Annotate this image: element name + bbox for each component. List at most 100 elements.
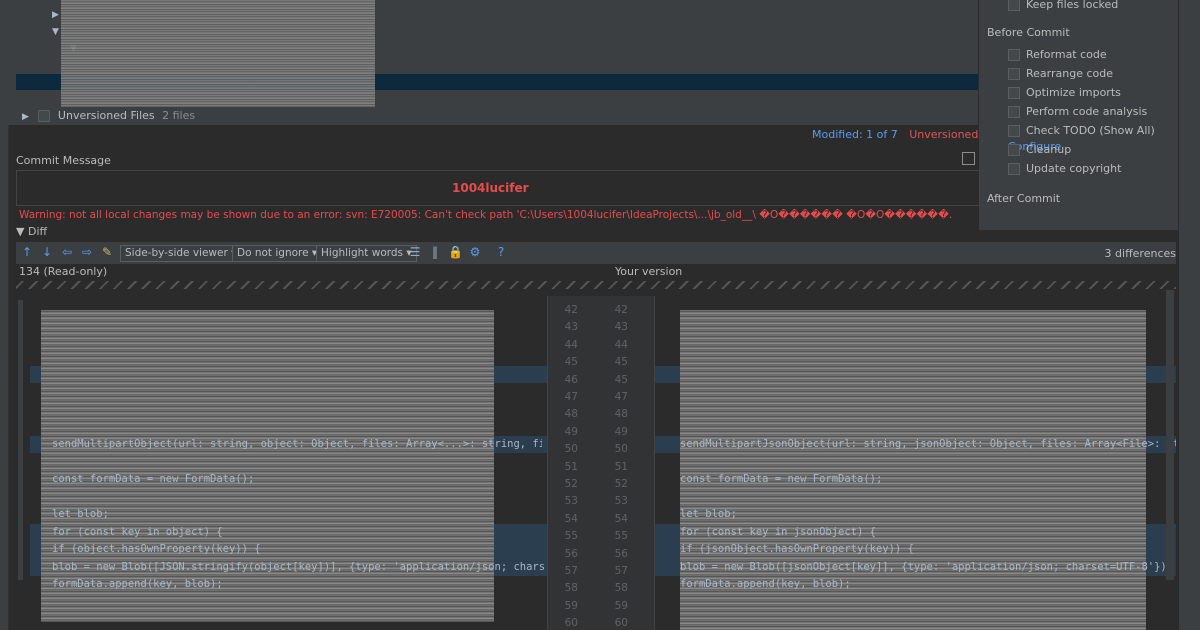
modified-status[interactable]: Modified: 1 of 7	[812, 128, 898, 141]
unversioned-files-node[interactable]: ▶ Unversioned Files 2 files	[22, 109, 195, 123]
jump-target-icon[interactable]: ⇨	[80, 245, 94, 259]
unversioned-label: Unversioned Files	[57, 109, 155, 122]
commit-message-label: Commit Message	[16, 154, 111, 167]
right-code-line-56[interactable]: if (jsonObject.hasOwnProperty(key)) {	[680, 543, 1146, 555]
left-line-number: 52	[564, 478, 578, 490]
jump-source-icon[interactable]: ⇦	[60, 245, 74, 259]
left-code-line-56[interactable]: if (object.hasOwnProperty(key)) {	[52, 543, 492, 555]
right-line-number: 51	[614, 460, 628, 473]
option-update-copyright[interactable]: Update copyright	[1008, 161, 1121, 177]
left-code-line-55[interactable]: for (const key in object) {	[52, 526, 492, 538]
left-code-line-58[interactable]: formData.append(key, blob);	[52, 578, 492, 590]
option-code-analysis[interactable]: Perform code analysis	[1008, 104, 1147, 120]
commit-options-panel: Keep files locked Before Commit Reformat…	[978, 0, 1179, 230]
option-rearrange-code[interactable]: Rearrange code	[1008, 66, 1113, 82]
option-keep-files-locked[interactable]: Keep files locked	[1008, 0, 1118, 13]
option-optimize-imports[interactable]: Optimize imports	[1008, 85, 1121, 101]
line-number-gutter: 42 43 44 45 46 47 48 49 50 51 52 53 54 55 56 57 58 59 60 4…	[547, 296, 655, 630]
right-line-number: 53	[614, 495, 628, 508]
right-code-line-57[interactable]: blob = new Blob([jsonObject[key]], {type…	[680, 561, 1176, 573]
checkbox[interactable]	[1008, 0, 1020, 11]
left-line-number: 54	[564, 512, 578, 525]
left-line-number: 58	[564, 582, 578, 595]
difference-count: 3 differences	[1104, 247, 1176, 260]
unversioned-checkbox[interactable]	[38, 110, 51, 122]
after-commit-heading: After Commit	[987, 192, 1061, 205]
checkbox[interactable]	[1008, 163, 1020, 175]
right-line-number: 54	[614, 512, 628, 525]
expand-arrow-icon[interactable]: ▶	[22, 112, 29, 122]
left-line-number: 44	[564, 338, 578, 351]
checkbox[interactable]	[1008, 68, 1020, 80]
left-scrollbar[interactable]	[18, 300, 23, 580]
left-line-number: 55	[564, 530, 578, 543]
left-pane-title: 134 (Read-only)	[19, 265, 108, 278]
left-line-number: 42	[564, 304, 578, 316]
option-reformat-code[interactable]: Reformat code	[1008, 47, 1107, 63]
next-difference-icon[interactable]: ↓	[40, 245, 54, 259]
expand-arrow-icon[interactable]: ▶	[52, 10, 59, 20]
ignore-dropdown[interactable]: Do not ignore ▾	[232, 245, 323, 262]
edit-source-icon[interactable]: ✎	[100, 245, 114, 259]
option-label: Update copyright	[1026, 162, 1122, 175]
checkbox[interactable]	[1008, 87, 1020, 99]
left-code-line-57[interactable]: blob = new Blob([JSON.stringify(object[k…	[52, 561, 544, 573]
diff-toolbar: ↑ ↓ ⇦ ⇨ ✎ Side-by-side viewer ▾ Do not i…	[16, 242, 1176, 264]
option-label: Cleanup	[1026, 143, 1072, 156]
right-line-number: 60	[614, 617, 628, 630]
right-line-number: 58	[614, 582, 628, 595]
option-label: Rearrange code	[1026, 67, 1113, 80]
right-line-number: 44	[614, 338, 628, 351]
right-line-number: 59	[614, 599, 628, 612]
viewer-dropdown[interactable]: Side-by-side viewer ▾	[120, 245, 242, 262]
left-line-number: 56	[564, 547, 578, 560]
highlight-dropdown[interactable]: Highlight words ▾	[316, 245, 417, 262]
checkbox[interactable]	[1008, 106, 1020, 118]
right-line-number: 55	[614, 530, 628, 543]
before-commit-heading: Before Commit	[987, 26, 1070, 39]
left-line-number: 57	[564, 565, 578, 577]
right-code-line-55[interactable]: for (const key in jsonObject) {	[680, 526, 1146, 538]
option-label: Keep files locked	[1026, 0, 1119, 11]
prev-difference-icon[interactable]: ↑	[20, 245, 34, 259]
right-line-number: 47	[614, 391, 628, 403]
right-line-number: 52	[614, 478, 628, 490]
right-scrollbar[interactable]	[1166, 290, 1174, 580]
option-label: Optimize imports	[1026, 86, 1121, 99]
checkbox[interactable]	[1008, 49, 1020, 61]
diff-top-separator	[16, 281, 1176, 289]
diff-title: Diff	[27, 225, 48, 238]
right-line-number: 45	[614, 373, 628, 386]
left-code-line-52[interactable]: const formData = new FormData();	[52, 473, 492, 485]
diff-section-header[interactable]: ▼ Diff	[16, 225, 47, 238]
commit-history-icon[interactable]	[962, 152, 975, 165]
right-line-number: 57	[614, 565, 628, 577]
left-code-line-54[interactable]: let blob;	[52, 508, 492, 520]
right-code-line-50[interactable]: sendMultipartJsonObject(url: string, jso…	[680, 438, 1176, 450]
checkbox[interactable]	[1008, 125, 1020, 137]
gear-icon[interactable]: ⚙	[468, 245, 482, 259]
right-tool-strip	[1178, 0, 1200, 630]
sync-scroll-icon[interactable]: ‖	[428, 245, 442, 259]
right-line-number: 43	[614, 321, 628, 334]
collapse-arrow-icon[interactable]: ▼	[52, 27, 59, 37]
collapse-unchanged-icon[interactable]: ☰	[408, 245, 422, 259]
left-line-number: 45	[564, 356, 578, 369]
lock-icon[interactable]: 🔒	[448, 245, 463, 259]
unversioned-count: 2 files	[162, 109, 196, 122]
left-code-line-50[interactable]: sendMultipartObject(url: string, object:…	[52, 438, 542, 450]
checkbox[interactable]	[1008, 144, 1020, 156]
left-line-number: 59	[564, 599, 578, 612]
option-check-todo[interactable]: Check TODO (Show All) Configure	[1008, 123, 1179, 153]
right-code-line-58[interactable]: formData.append(key, blob);	[680, 578, 1146, 590]
option-label: Check TODO (Show All)	[1026, 124, 1155, 137]
left-code-redacted	[41, 310, 494, 622]
left-line-number: 49	[564, 425, 578, 438]
option-cleanup[interactable]: Cleanup	[1008, 142, 1071, 158]
right-code-line-54[interactable]: let blob;	[680, 508, 1146, 520]
help-icon[interactable]: ?	[494, 245, 508, 259]
left-line-number: 51	[564, 460, 578, 473]
left-line-number: 43	[564, 321, 578, 334]
left-line-number: 48	[564, 408, 578, 421]
right-code-line-52[interactable]: const formData = new FormData();	[680, 473, 1146, 485]
